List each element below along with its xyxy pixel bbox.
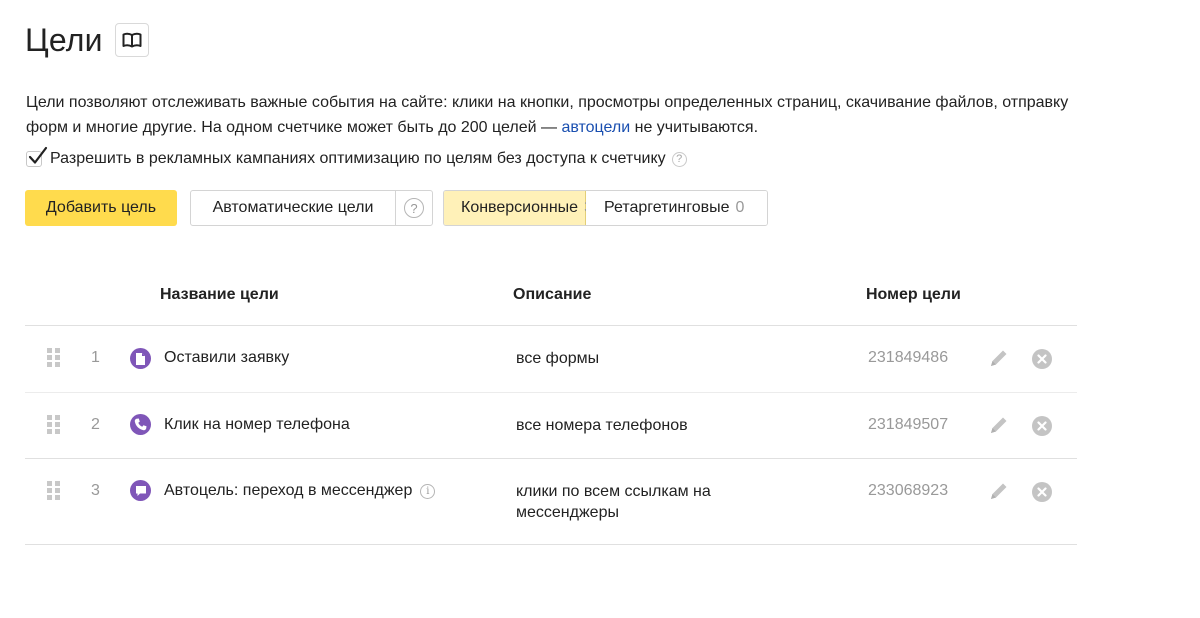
column-header-number: Номер цели [866,286,961,303]
book-help-button[interactable] [114,23,149,57]
delete-goal-button[interactable] [1032,482,1052,502]
optimization-checkbox[interactable] [26,146,48,167]
book-icon [122,32,142,48]
goal-number: 233068923 [868,482,949,499]
goal-number: 231849507 [868,416,949,433]
help-icon[interactable]: ? [671,151,687,167]
edit-pencil-icon[interactable] [988,414,1010,436]
close-icon [1037,421,1047,431]
close-icon [1037,354,1047,364]
row-index: 1 [91,349,100,366]
tab-retargeting[interactable]: Ретаргетинговые 0 [586,191,767,225]
delete-goal-button[interactable] [1032,349,1052,369]
tab-count: 0 [735,199,745,216]
goal-name[interactable]: Автоцель: переход в мессенджер i [164,482,436,500]
question-icon: ? [404,198,424,218]
add-goal-button[interactable]: Добавить цель [25,190,177,226]
checkmark-icon [28,146,48,164]
table-row: 3 Автоцель: переход в мессенджер i клики… [25,459,1077,544]
close-icon [1037,487,1047,497]
description-text-tail: не учитываются. [630,119,759,136]
info-icon[interactable]: i [420,483,436,499]
delete-goal-button[interactable] [1032,416,1052,436]
drag-handle-icon[interactable] [47,415,61,435]
goal-name[interactable]: Клик на номер телефона [164,416,350,434]
row-index: 3 [91,482,100,499]
description-text: Цели позволяют отслеживать важные событи… [26,94,1069,136]
phone-icon [130,414,151,435]
goal-description: клики по всем ссылкам на мессенджеры [516,483,711,521]
optimization-checkbox-label: Разрешить в рекламных кампаниях оптимиза… [50,150,666,167]
tab-label: Конверсионные [461,199,579,216]
goal-number: 231849486 [868,349,949,366]
drag-handle-icon[interactable] [47,481,61,501]
table-row: 2 Клик на номер телефона все номера теле… [25,393,1077,459]
goal-name-text: Автоцель: переход в мессенджер [164,482,413,499]
page-title: Цели [25,21,103,58]
goal-name[interactable]: Оставили заявку [164,349,289,367]
tab-label: Ретаргетинговые [604,199,730,216]
auto-goals-button[interactable]: Автоматические цели [191,191,396,225]
optimization-setting: Разрешить в рекламных кампаниях оптимиза… [26,146,687,172]
column-header-description: Описание [513,286,592,303]
row-index: 2 [91,416,100,433]
goals-description: Цели позволяют отслеживать важные событи… [26,90,1106,140]
auto-goals-group: Автоматические цели ? [190,190,433,226]
edit-pencil-icon[interactable] [988,347,1010,369]
goal-description: все формы [516,350,600,367]
goal-type-tabs: Конверсионные 3 Ретаргетинговые 0 [443,190,768,226]
edit-pencil-icon[interactable] [988,480,1010,502]
autogoals-link[interactable]: автоцели [561,119,630,136]
goal-description: все номера телефонов [516,417,688,434]
divider [25,544,1077,545]
form-icon [130,348,151,369]
title-row: Цели [25,18,149,62]
table-row: 1 Оставили заявку все формы 231849486 [25,326,1077,392]
auto-goals-help-button[interactable]: ? [396,191,432,225]
messenger-icon [130,480,151,501]
drag-handle-icon[interactable] [47,348,61,368]
column-header-name: Название цели [160,286,279,303]
tab-conversion[interactable]: Конверсионные 3 [444,191,593,225]
goal-name-text: Оставили заявку [164,349,290,366]
goals-page: Цели Цели позволяют отслеживать важные с… [0,0,1200,618]
goal-name-text: Клик на номер телефона [164,416,350,433]
